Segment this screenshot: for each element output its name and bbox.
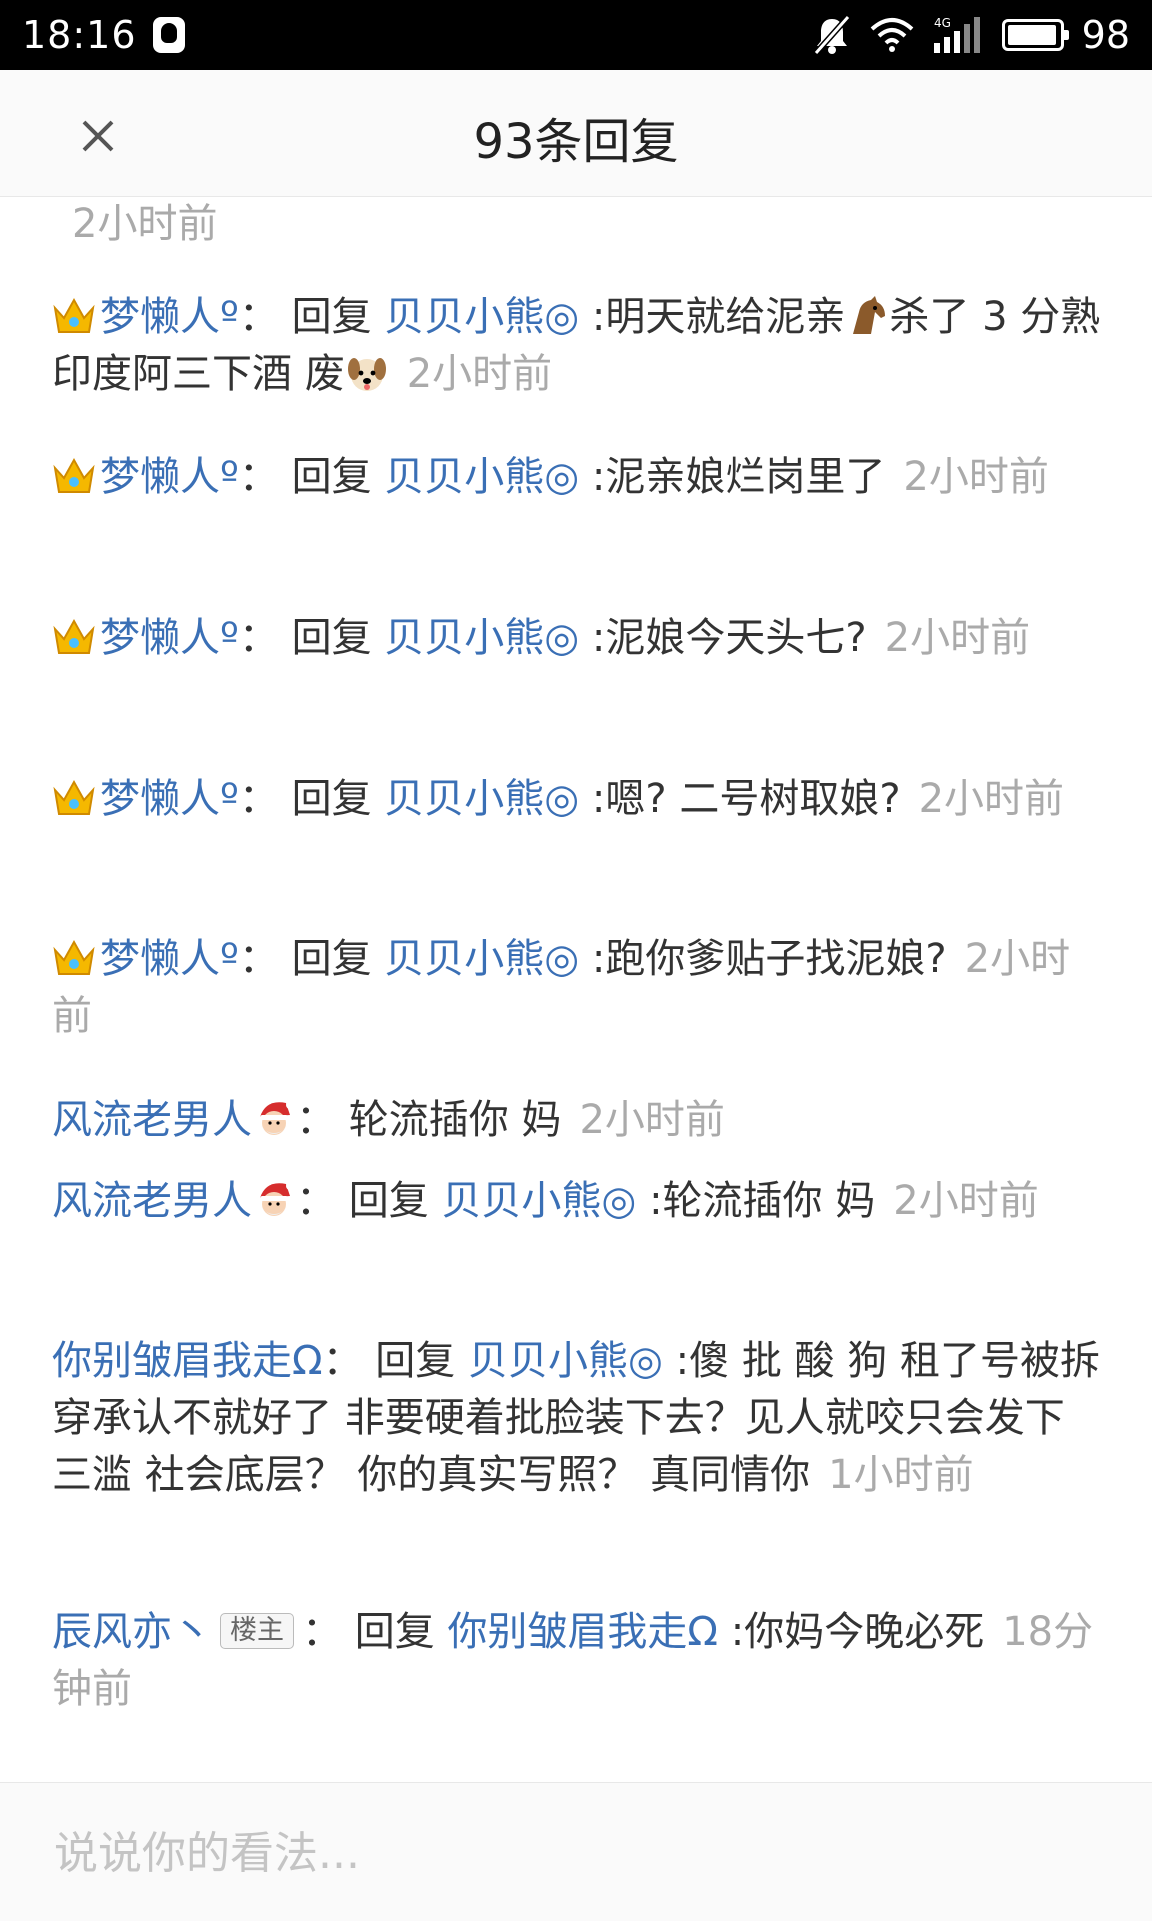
- separator: ：: [238, 936, 279, 982]
- separator: ：: [238, 454, 279, 500]
- svg-text:4G: 4G: [934, 16, 951, 30]
- username[interactable]: 你别皱眉我走Ω: [52, 1338, 323, 1384]
- timestamp: 2小时前: [884, 615, 1031, 661]
- separator: ：: [296, 1178, 336, 1224]
- mention-link[interactable]: 你别皱眉我走Ω: [447, 1609, 718, 1655]
- separator: ：: [302, 1609, 342, 1655]
- reply-word: 回复: [348, 1178, 429, 1224]
- username[interactable]: 梦懒人º: [100, 776, 239, 822]
- cell-signal-icon: 4G: [933, 16, 980, 53]
- list-item[interactable]: 梦懒人º： 回复 贝贝小熊◎ :泥亲娘烂岗里了 2小时前: [52, 449, 1102, 506]
- horse-emoji-icon: [853, 296, 886, 334]
- timestamp: 1小时前: [828, 1452, 974, 1498]
- list-item[interactable]: 你别皱眉我走Ω： 回复 贝贝小熊◎ :傻 批 酸 狗 租了号被拆穿承认不就好了 …: [52, 1333, 1102, 1504]
- username[interactable]: 风流老男人: [52, 1178, 252, 1224]
- reply-word: 回复: [354, 1609, 435, 1655]
- separator: ：: [238, 615, 279, 661]
- reply-bar: [0, 1782, 1152, 1921]
- qq-notification-icon: [152, 17, 185, 53]
- timestamp: 2小时前: [406, 351, 553, 397]
- crown-icon: [53, 779, 95, 815]
- battery-level: 98: [1081, 13, 1130, 57]
- comment-text: :跑你爹贴子找泥娘?: [591, 936, 947, 982]
- mention-link[interactable]: 贝贝小熊◎: [384, 936, 579, 982]
- comment-text: 轮流插你 妈: [348, 1097, 562, 1143]
- comment-text: :泥亲娘烂岗里了: [591, 454, 886, 500]
- list-item[interactable]: 梦懒人º： 回复 贝贝小熊◎ :明天就给泥亲 杀了 3 分熟 印度阿三下酒 废 …: [52, 289, 1102, 403]
- username[interactable]: 梦懒人º: [100, 936, 239, 982]
- timestamp: 2小时前: [903, 454, 1049, 500]
- santa-emoji-icon: [260, 1182, 294, 1216]
- battery-icon: [1001, 19, 1069, 51]
- mention-link[interactable]: 贝贝小熊◎: [384, 776, 579, 822]
- reply-word: 回复: [291, 454, 372, 500]
- comment-text: :你妈今晚必死: [730, 1609, 985, 1655]
- username[interactable]: 风流老男人: [52, 1097, 252, 1143]
- list-item[interactable]: 梦懒人º： 回复 贝贝小熊◎ :跑你爹贴子找泥娘? 2小时前: [52, 931, 1102, 1045]
- timestamp: 2小时前: [918, 776, 1065, 822]
- header: 93条回复: [0, 70, 1152, 197]
- mention-link[interactable]: 贝贝小熊◎: [441, 1178, 636, 1224]
- reply-list[interactable]: 2小时前 梦懒人º： 回复 贝贝小熊◎ :明天就给泥亲 杀了 3 分熟 印度阿三…: [0, 197, 1152, 1782]
- crown-icon: [53, 457, 95, 493]
- list-item[interactable]: 风流老男人 ： 回复 贝贝小熊◎ :轮流插你 妈 2小时前: [52, 1173, 1102, 1230]
- comment-text: :嗯? 二号树取娘?: [591, 776, 901, 822]
- mute-icon: [813, 15, 850, 55]
- list-item[interactable]: 梦懒人º： 回复 贝贝小熊◎ :嗯? 二号树取娘? 2小时前: [52, 771, 1102, 828]
- separator: ：: [296, 1097, 336, 1143]
- status-icons: 4G 98: [812, 13, 1130, 57]
- crown-icon: [53, 618, 95, 654]
- timestamp: 2小时前: [893, 1178, 1039, 1224]
- crown-icon: [53, 297, 95, 333]
- separator: ：: [238, 776, 279, 822]
- page-title: 93条回复: [473, 114, 679, 170]
- list-item[interactable]: 辰风亦丶 楼主： 回复 你别皱眉我走Ω :你妈今晚必死 18分钟前: [52, 1604, 1102, 1718]
- mention-link[interactable]: 贝贝小熊◎: [384, 294, 579, 340]
- reply-word: 回复: [291, 936, 372, 982]
- comment-text: :泥娘今天头七?: [591, 615, 867, 661]
- status-time: 18:16: [22, 13, 137, 57]
- reply-word: 回复: [291, 776, 372, 822]
- timestamp: 2小时前: [579, 1097, 725, 1143]
- mention-link[interactable]: 贝贝小熊◎: [384, 615, 579, 661]
- reply-input[interactable]: [52, 1817, 1096, 1889]
- list-item[interactable]: 风流老男人 ： 轮流插你 妈 2小时前: [52, 1092, 1102, 1149]
- username[interactable]: 梦懒人º: [100, 454, 239, 500]
- wifi-icon: [870, 18, 913, 52]
- status-bar: 18:16 4G 98: [0, 0, 1152, 70]
- op-badge: 楼主: [220, 1613, 294, 1649]
- reply-word: 回复: [291, 294, 372, 340]
- reply-word: 回复: [375, 1338, 456, 1384]
- mention-link[interactable]: 贝贝小熊◎: [384, 454, 579, 500]
- comment-text: :明天就给泥亲: [591, 294, 846, 340]
- username[interactable]: 梦懒人º: [100, 294, 239, 340]
- mention-link[interactable]: 贝贝小熊◎: [468, 1338, 663, 1384]
- reply-word: 回复: [291, 615, 372, 661]
- username[interactable]: 梦懒人º: [100, 615, 239, 661]
- santa-emoji-icon: [260, 1101, 294, 1135]
- separator: ：: [322, 1338, 363, 1384]
- username[interactable]: 辰风亦丶: [52, 1609, 212, 1655]
- separator: ：: [238, 294, 279, 340]
- crown-icon: [53, 939, 95, 975]
- list-item[interactable]: 梦懒人º： 回复 贝贝小熊◎ :泥娘今天头七? 2小时前: [52, 610, 1102, 667]
- comment-text: :轮流插你 妈: [649, 1178, 876, 1224]
- timestamp: 2小时前: [72, 201, 218, 247]
- dog-emoji-icon: [347, 358, 386, 391]
